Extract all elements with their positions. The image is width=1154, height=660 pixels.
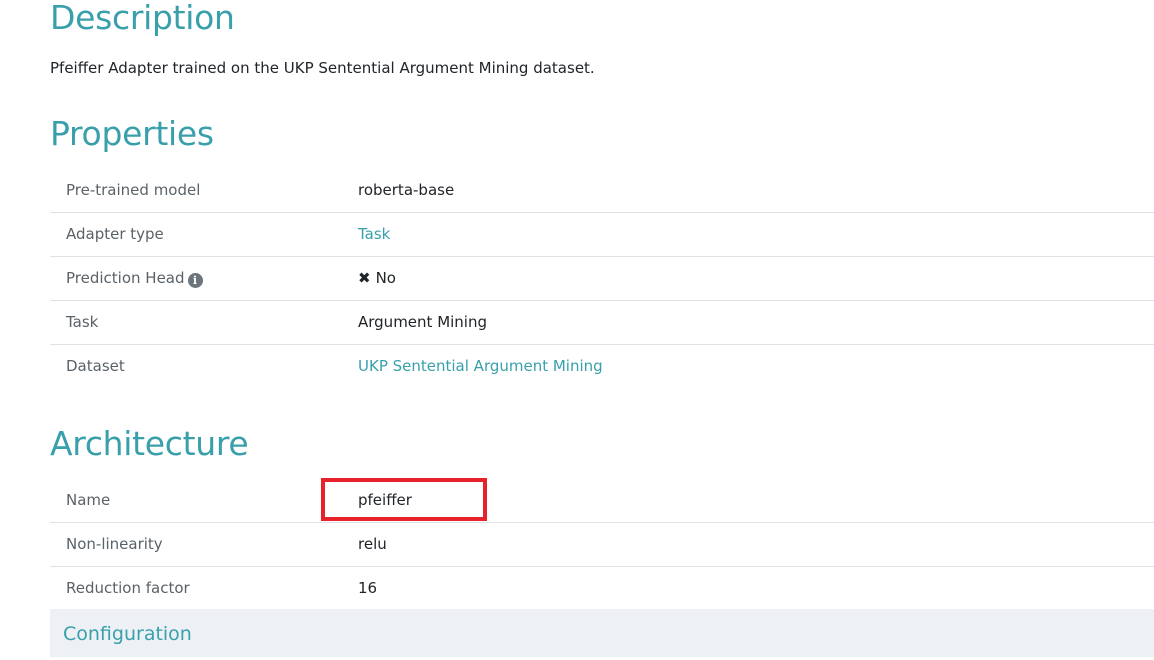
architecture-table: Name pfeiffer Non-linearity relu Reducti… (50, 479, 1154, 611)
page: Description Pfeiffer Adapter trained on … (0, 0, 1154, 660)
architecture-heading: Architecture (50, 424, 249, 463)
architecture-name-value: pfeiffer (358, 491, 412, 509)
properties-heading: Properties (50, 114, 214, 153)
prediction-head-value: No (375, 269, 396, 287)
properties-table: Pre-trained model roberta-base Adapter t… (50, 169, 1154, 389)
property-row-task: Task Argument Mining (50, 301, 1154, 345)
architecture-value: 16 (358, 579, 378, 597)
configuration-collapsible-header[interactable]: Configuration (50, 609, 1154, 657)
info-circle-icon[interactable]: i (187, 273, 203, 288)
property-row-dataset: Dataset UKP Sentential Argument Mining (50, 345, 1154, 389)
property-value: Argument Mining (358, 313, 488, 331)
property-key: Dataset (66, 357, 125, 375)
property-row-pretrained-model: Pre-trained model roberta-base (50, 169, 1154, 213)
architecture-key: Name (66, 491, 111, 509)
architecture-row-name: Name pfeiffer (50, 479, 1154, 523)
property-key: Task (66, 313, 99, 331)
architecture-key: Reduction factor (66, 579, 190, 597)
dataset-link[interactable]: UKP Sentential Argument Mining (358, 357, 603, 375)
architecture-row-reduction-factor: Reduction factor 16 (50, 567, 1154, 611)
property-key: Pre-trained model (66, 181, 201, 199)
property-key: Prediction Head i (66, 257, 203, 300)
property-row-prediction-head: Prediction Head i ✖ No (50, 257, 1154, 301)
architecture-row-non-linearity: Non-linearity relu (50, 523, 1154, 567)
x-mark-icon: ✖ (358, 269, 371, 287)
architecture-value: relu (358, 535, 387, 553)
description-text: Pfeiffer Adapter trained on the UKP Sent… (50, 59, 595, 77)
description-heading: Description (50, 0, 235, 37)
property-row-adapter-type: Adapter type Task (50, 213, 1154, 257)
configuration-label[interactable]: Configuration (63, 609, 192, 659)
property-key: Adapter type (66, 225, 164, 243)
architecture-key: Non-linearity (66, 535, 163, 553)
property-value: ✖ No (358, 257, 396, 300)
adapter-type-link[interactable]: Task (358, 225, 390, 243)
property-value: roberta-base (358, 181, 455, 199)
prediction-head-label: Prediction Head (66, 269, 185, 287)
